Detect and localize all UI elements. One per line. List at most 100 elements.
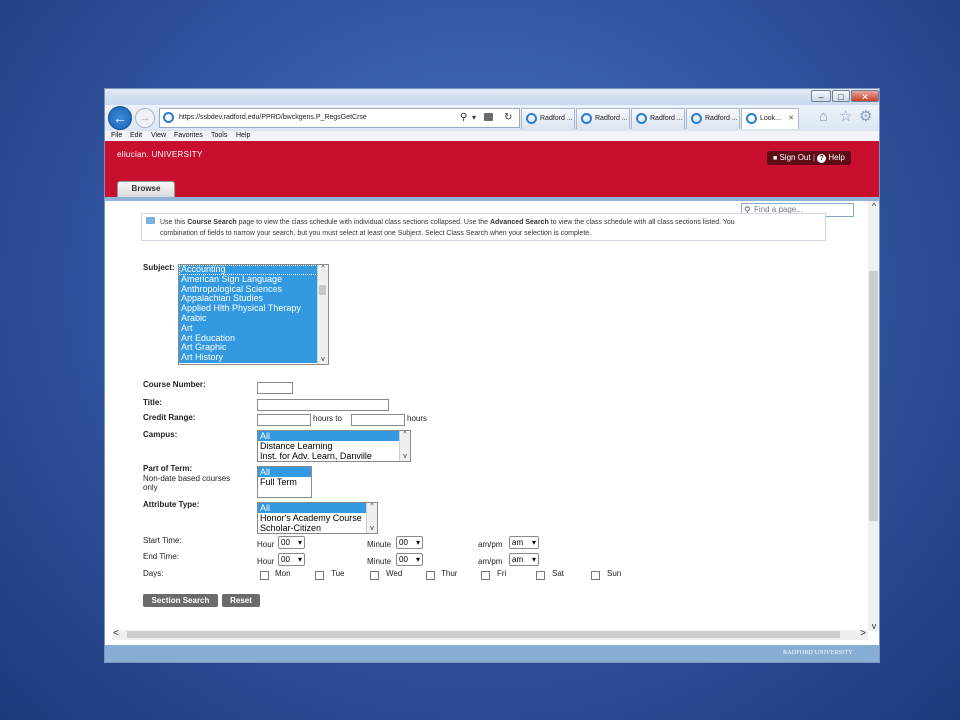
chevron-down-icon: ▾ <box>415 555 420 564</box>
day-checkbox-mon[interactable] <box>260 571 269 580</box>
day-checkbox-fri[interactable] <box>481 571 490 580</box>
reset-button[interactable]: Reset <box>222 594 260 607</box>
address-bar[interactable]: https://ssbdev.radford.edu/PPRD/bwckgens… <box>159 108 520 128</box>
menu-help[interactable]: Help <box>236 131 250 141</box>
menu-bar: File Edit View Favorites Tools Help <box>105 131 879 141</box>
subject-option[interactable]: Art History <box>179 352 328 363</box>
end-ampm-select[interactable]: am ▾ <box>509 553 539 566</box>
sign-out-link[interactable]: Sign Out <box>779 153 810 162</box>
chevron-down-icon: ▾ <box>297 538 302 547</box>
day-checkbox-sat[interactable] <box>536 571 545 580</box>
day-checkbox-tue[interactable] <box>315 571 324 580</box>
day-label: Wed <box>386 569 403 578</box>
campus-option[interactable]: Inst. for Adv. Learn, Danville <box>258 451 410 461</box>
maximize-button[interactable]: □ <box>832 90 850 102</box>
day-checkbox-thur[interactable] <box>426 571 435 580</box>
forward-arrow-icon[interactable]: → <box>135 108 155 128</box>
chevron-left-icon[interactable]: < <box>113 628 119 639</box>
menu-tools[interactable]: Tools <box>211 131 227 141</box>
browser-tab-1[interactable]: Radford ... <box>521 108 575 129</box>
close-tab-icon[interactable]: ✕ <box>788 109 794 128</box>
chevron-down-icon[interactable]: v <box>869 621 879 631</box>
attribute-option[interactable]: Honor's Academy Course <box>258 513 377 523</box>
chevron-down-icon[interactable]: v <box>318 356 328 363</box>
start-minute-select[interactable]: 00 ▾ <box>396 536 423 549</box>
vertical-scrollbar[interactable]: ^ v <box>868 201 879 631</box>
ie-logo-icon <box>746 112 757 124</box>
credit-range-label: Credit Range: <box>143 413 196 422</box>
page-footer: RADFORD UNIVERSITY <box>105 645 879 662</box>
day-label: Fri <box>497 569 507 578</box>
hour-label: Hour <box>257 540 275 549</box>
attribute-option[interactable]: Scholar-Citizen <box>258 523 377 533</box>
chevron-down-icon: ▾ <box>415 538 420 547</box>
menu-edit[interactable]: Edit <box>130 131 142 141</box>
attribute-type-select[interactable]: All Honor's Academy Course Scholar-Citiz… <box>257 502 378 534</box>
refresh-icon[interactable]: ↻ <box>504 109 512 127</box>
chevron-up-icon[interactable]: ^ <box>367 503 377 510</box>
scroll-thumb[interactable] <box>869 271 878 521</box>
course-number-input[interactable] <box>257 382 293 394</box>
start-hour-select[interactable]: 00 ▾ <box>278 536 305 549</box>
subject-scrollbar[interactable]: ^ v <box>317 265 328 364</box>
browser-tab-active[interactable]: Look... ✕ <box>741 108 799 129</box>
title-input[interactable] <box>257 399 389 411</box>
campus-option[interactable]: Distance Learning <box>258 441 410 451</box>
day-label: Thur <box>441 569 458 578</box>
days-label: Days: <box>143 569 164 578</box>
search-icon[interactable]: ⚲ <box>460 109 467 127</box>
attribute-option[interactable]: All <box>258 503 377 513</box>
browser-tab-2[interactable]: Radford ... <box>576 108 630 129</box>
campus-scrollbar[interactable]: ^ v <box>399 431 410 461</box>
help-icon: ? <box>817 154 827 163</box>
day-checkbox-wed[interactable] <box>370 571 379 580</box>
chevron-down-icon[interactable]: v <box>367 525 377 532</box>
chevron-down-icon[interactable]: v <box>400 453 410 460</box>
menu-favorites[interactable]: Favorites <box>174 131 203 141</box>
chevron-right-icon[interactable]: > <box>860 628 866 639</box>
campus-select[interactable]: All Distance Learning Inst. for Adv. Lea… <box>257 430 411 462</box>
ie-logo-icon <box>636 112 647 124</box>
day-checkbox-sun[interactable] <box>591 571 600 580</box>
section-search-button[interactable]: Section Search <box>143 594 218 607</box>
close-window-button[interactable]: ✕ <box>851 90 879 102</box>
end-minute-select[interactable]: 00 ▾ <box>396 553 423 566</box>
favorites-star-icon[interactable]: ☆ <box>839 107 852 127</box>
campus-option[interactable]: All <box>258 431 410 441</box>
end-hour-select[interactable]: 00 ▾ <box>278 553 305 566</box>
info-message-icon <box>146 217 155 224</box>
chevron-up-icon[interactable]: ^ <box>318 265 328 272</box>
part-of-term-select[interactable]: All Full Term <box>257 466 312 498</box>
horizontal-scrollbar[interactable]: < > <box>113 628 868 640</box>
part-of-term-option[interactable]: All <box>258 467 311 477</box>
gear-icon[interactable]: ⚙ <box>859 107 872 127</box>
start-ampm-select[interactable]: am ▾ <box>509 536 539 549</box>
subject-select[interactable]: Accounting American Sign Language Anthro… <box>178 264 329 365</box>
browse-tab[interactable]: Browse <box>117 181 175 197</box>
ie-logo-icon <box>163 112 174 123</box>
credit-from-input[interactable] <box>257 414 311 426</box>
browser-tab-4[interactable]: Radford ... <box>686 108 740 129</box>
back-arrow-icon[interactable]: ← <box>108 106 132 130</box>
scroll-thumb[interactable] <box>319 285 326 295</box>
subject-option[interactable]: Arabic <box>179 313 328 324</box>
title-label: Title: <box>143 398 162 407</box>
chevron-up-icon[interactable]: ^ <box>400 431 410 438</box>
browser-tab-3[interactable]: Radford ... <box>631 108 685 129</box>
home-icon[interactable]: ⌂ <box>819 107 828 127</box>
scroll-thumb[interactable] <box>127 631 840 638</box>
dropdown-arrow-icon[interactable]: ▾ <box>472 109 476 127</box>
menu-view[interactable]: View <box>151 131 166 141</box>
minimize-button[interactable]: – <box>811 90 831 102</box>
part-of-term-option[interactable]: Full Term <box>258 477 311 487</box>
chevron-up-icon[interactable]: ^ <box>869 201 879 211</box>
end-time-label: End Time: <box>143 552 180 561</box>
day-label: Sun <box>607 569 622 578</box>
menu-file[interactable]: File <box>111 131 122 141</box>
banner-header <box>105 141 879 197</box>
ampm-label: am/pm <box>478 540 503 549</box>
hours-to-label: hours to <box>313 414 342 423</box>
credit-to-input[interactable] <box>351 414 405 426</box>
attribute-scrollbar[interactable]: ^ v <box>366 503 377 533</box>
help-link[interactable]: Help <box>828 153 844 162</box>
